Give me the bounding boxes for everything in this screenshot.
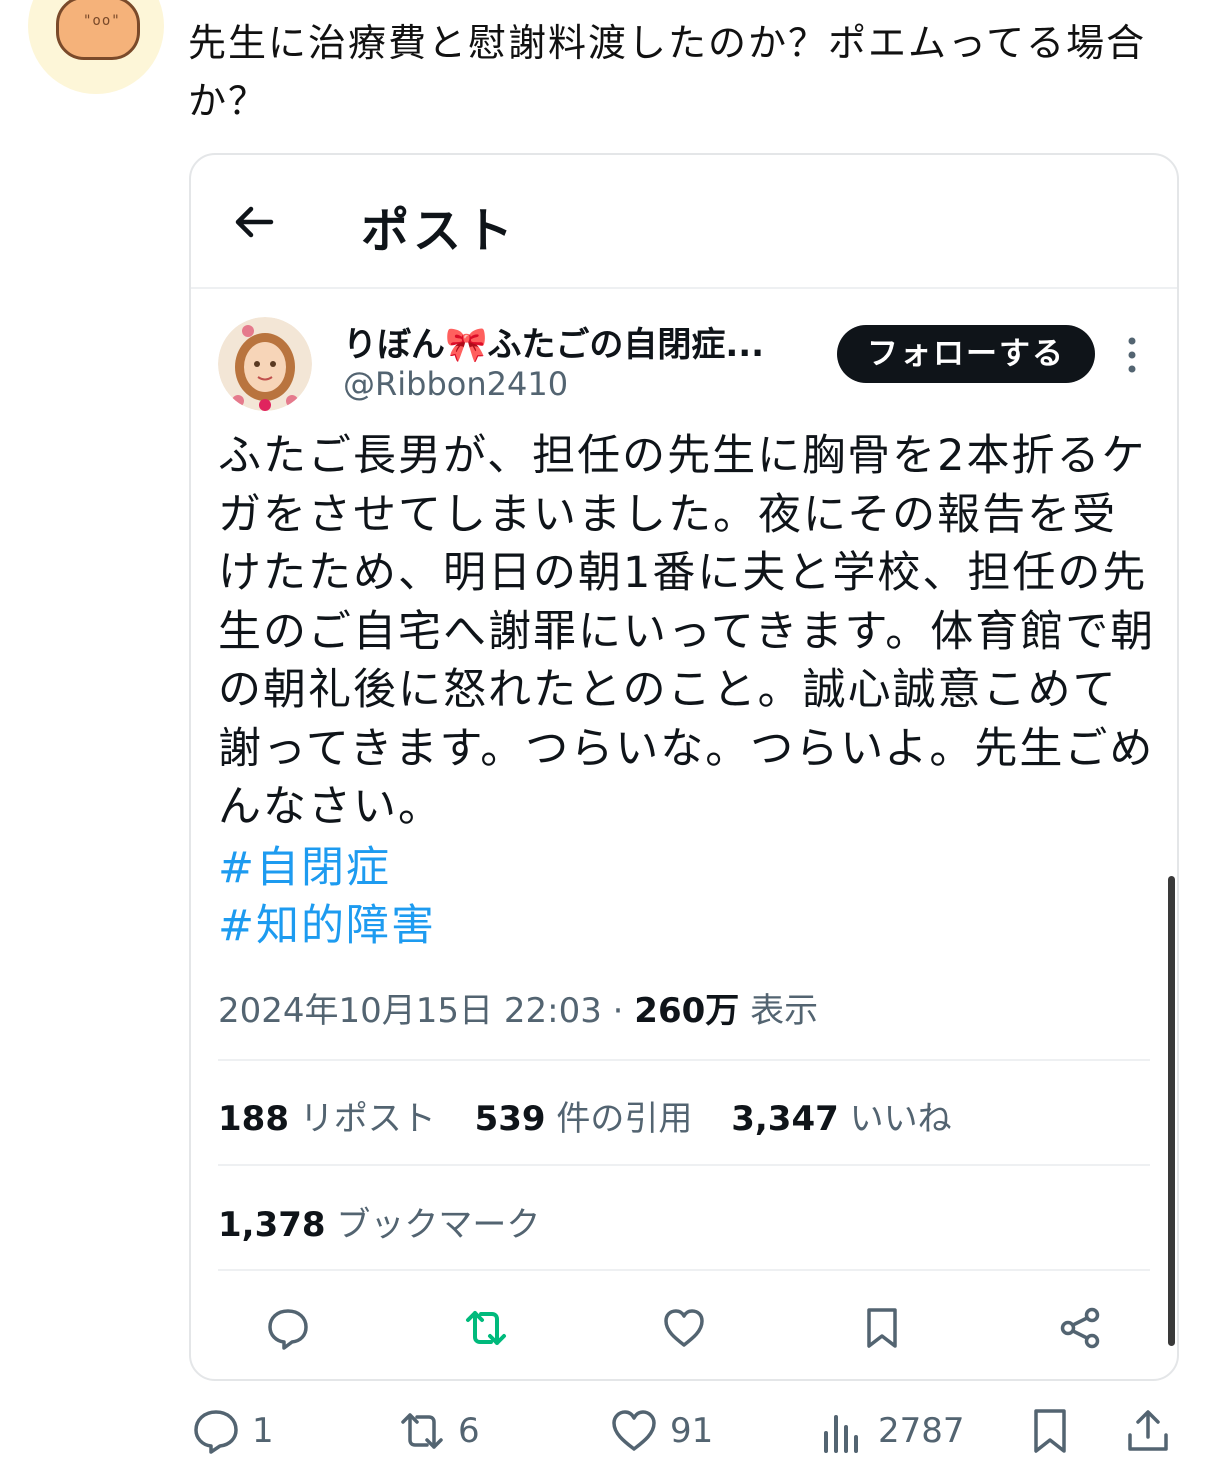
hashtag-link[interactable]: #知的障害 [218,897,436,955]
reply-text: 先生に治療費と慰謝料渡したのか？ポエムってる場合か？ [188,21,1147,123]
stat-likes[interactable]: 3,347 いいね [731,1099,951,1139]
reply-action-bar: 1 6 91 2787 [0,1400,1206,1464]
views-count: 2787 [878,1411,965,1451]
reply-icon[interactable] [265,1305,311,1351]
like-heart-icon[interactable] [661,1305,707,1351]
author-handle[interactable]: @Ribbon2410 [343,365,568,403]
author-name-first: りぼん [343,325,445,365]
hashtag-link[interactable]: #自閉症 [218,839,391,897]
like-action[interactable]: 91 [610,1406,713,1456]
mascot-face-icon: "oo" [56,0,140,60]
stat-bookmarks[interactable]: 1,378 ブックマーク [218,1197,540,1246]
author-name-rest: ふたごの自閉症... [487,325,765,365]
meta-separator: · [601,991,635,1031]
share-action[interactable] [1124,1406,1172,1456]
divider [218,1164,1150,1166]
share-icon[interactable] [1057,1305,1103,1351]
follow-button[interactable]: フォローする [837,325,1095,383]
author-name[interactable]: りぼん🎀ふたごの自閉症... [343,317,764,366]
divider [218,1059,1150,1061]
stat-reposts[interactable]: 188 リポスト [218,1099,436,1139]
post-timestamp[interactable]: 2024年10月15日 22:03 [218,991,602,1031]
post-header: ポスト [191,155,1177,289]
page-title: ポスト [361,203,518,259]
reply-action[interactable]: 1 [192,1406,274,1456]
views-label: 表示 [750,991,819,1031]
engagement-stats: 188 リポスト 539 件の引用 3,347 いいね [218,1091,980,1140]
stat-quotes[interactable]: 539 件の引用 [475,1099,693,1139]
repost-icon[interactable] [463,1305,509,1351]
repost-icon [401,1413,443,1449]
divider [218,1269,1150,1271]
reply-count: 1 [252,1411,274,1451]
reply-icon [194,1410,238,1454]
post-body-text: ふたご長男が、担任の先生に胸骨を2本折るケガをさせてしまいました。夜にその報告を… [218,431,1156,832]
back-arrow-icon[interactable] [231,199,277,245]
views-count: 260万 [634,991,740,1031]
like-heart-icon [612,1410,656,1451]
replier-avatar[interactable]: "oo" [28,0,164,94]
like-count: 91 [670,1411,714,1451]
bookmark-icon[interactable] [859,1305,905,1351]
more-options-icon[interactable] [1125,335,1139,375]
embedded-post-card: ポスト りぼん🎀ふたごの自閉症... @Ribbon2410 フォローする ふた… [189,153,1179,1381]
analytics-bars-icon [824,1415,858,1453]
repost-action[interactable]: 6 [398,1406,480,1456]
bookmark-action[interactable] [1026,1406,1074,1456]
ribbon-icon: 🎀 [445,325,488,365]
repost-count: 6 [458,1411,480,1451]
views-action[interactable]: 2787 [818,1406,965,1456]
author-avatar[interactable] [218,317,312,411]
share-upload-icon [1128,1410,1168,1451]
bookmark-icon [1034,1409,1066,1453]
post-meta: 2024年10月15日 22:03 · 260万 表示 [218,983,818,1032]
scrollbar[interactable] [1168,876,1175,1346]
